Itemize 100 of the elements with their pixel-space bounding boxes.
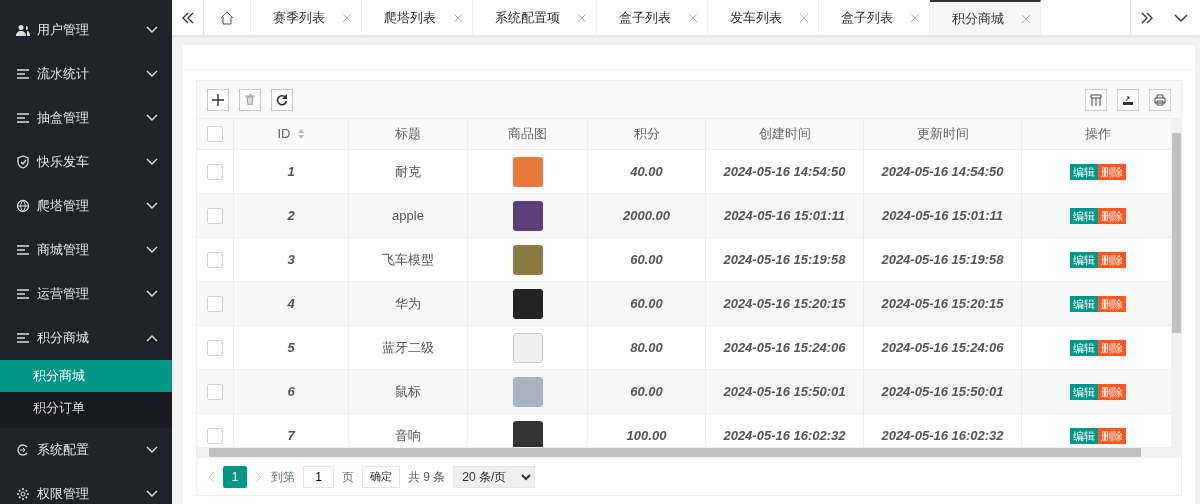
confirm-button[interactable]: 确定 bbox=[362, 465, 400, 488]
list-icon bbox=[16, 111, 30, 125]
scroll-left-button[interactable] bbox=[172, 0, 204, 35]
tab[interactable]: 爬塔列表 bbox=[362, 0, 473, 35]
tab[interactable]: 系统配置项 bbox=[473, 0, 597, 35]
sidebar-subitem[interactable]: 积分商城 bbox=[0, 360, 172, 392]
tab[interactable]: 赛季列表 bbox=[251, 0, 362, 35]
table-cell-text: 2024-05-16 16:02:32 bbox=[723, 426, 846, 445]
sort-icon[interactable] bbox=[296, 129, 305, 139]
table-cell-text: 60.00 bbox=[630, 250, 663, 269]
list-icon bbox=[16, 331, 30, 345]
double-chevron-right-icon bbox=[1139, 11, 1154, 24]
table-cell-text: 4 bbox=[287, 294, 295, 313]
add-button[interactable] bbox=[207, 88, 229, 111]
table-cell-text: 2024-05-16 15:20:15 bbox=[723, 294, 846, 313]
sidebar-item[interactable]: 抽盒管理 bbox=[0, 96, 172, 140]
row-checkbox[interactable] bbox=[207, 163, 223, 180]
tab[interactable]: 盒子列表 bbox=[597, 0, 708, 35]
page-input[interactable]: 1 bbox=[303, 465, 334, 488]
list-icon bbox=[16, 287, 30, 301]
close-icon[interactable] bbox=[1022, 14, 1030, 23]
edit-button[interactable]: 编辑 bbox=[1069, 383, 1098, 400]
row-checkbox[interactable] bbox=[207, 295, 223, 312]
total-count: 共 9 条 bbox=[408, 468, 446, 486]
horizontal-scrollbar[interactable] bbox=[197, 447, 1171, 458]
tab-menu-button[interactable] bbox=[1162, 0, 1200, 35]
export-button[interactable] bbox=[1117, 88, 1139, 111]
table-cell-text: 6 bbox=[287, 382, 295, 401]
sidebar-item[interactable]: 流水统计 bbox=[0, 52, 172, 96]
row-checkbox[interactable] bbox=[207, 383, 223, 400]
home-icon bbox=[220, 10, 234, 25]
row-checkbox[interactable] bbox=[207, 251, 223, 268]
table-cell-text: 40.00 bbox=[630, 162, 663, 181]
scroll-right-button[interactable] bbox=[1130, 0, 1162, 35]
sidebar-item[interactable]: 商城管理 bbox=[0, 228, 172, 272]
row-checkbox[interactable] bbox=[207, 339, 223, 356]
edit-button[interactable]: 编辑 bbox=[1069, 339, 1098, 356]
table-cell-text: apple bbox=[392, 206, 424, 225]
table-cell-text: 耐克 bbox=[395, 162, 421, 181]
tab[interactable]: 积分商城 bbox=[930, 0, 1041, 35]
export-icon bbox=[1122, 93, 1134, 106]
sidebar-item[interactable]: 用户管理 bbox=[0, 8, 172, 52]
chevron-down-icon bbox=[146, 446, 158, 454]
pager-text: 页 bbox=[342, 468, 354, 486]
chevron-down-icon bbox=[146, 290, 158, 298]
edit-button[interactable]: 编辑 bbox=[1069, 295, 1098, 312]
sidebar-item[interactable]: 爬塔管理 bbox=[0, 184, 172, 228]
shield-check-icon bbox=[16, 155, 30, 169]
sidebar-item[interactable]: 权限管理 bbox=[0, 472, 172, 504]
sortable-header[interactable]: ID bbox=[277, 124, 291, 144]
edit-button[interactable]: 编辑 bbox=[1069, 207, 1098, 224]
tab[interactable]: 发车列表 bbox=[708, 0, 819, 35]
page-size-select[interactable]: 20 条/页 bbox=[453, 465, 536, 488]
vertical-scrollbar[interactable] bbox=[1171, 119, 1181, 458]
table-cell-text: 2024-05-16 15:24:06 bbox=[723, 338, 846, 357]
close-icon[interactable] bbox=[689, 13, 697, 22]
close-icon[interactable] bbox=[578, 13, 586, 22]
table-cell-text: 2024-05-16 15:20:15 bbox=[881, 294, 1004, 313]
photo-placeholder bbox=[512, 244, 543, 275]
row-checkbox[interactable] bbox=[207, 207, 223, 224]
columns-button[interactable] bbox=[1085, 88, 1107, 111]
sidebar-subitem[interactable]: 积分订单 bbox=[0, 392, 172, 424]
edit-button[interactable]: 编辑 bbox=[1069, 427, 1098, 444]
edit-button[interactable]: 编辑 bbox=[1069, 251, 1098, 268]
table-cell-text: 5 bbox=[287, 338, 295, 357]
table-cell-text: 2024-05-16 15:01:11 bbox=[881, 206, 1004, 225]
table-cell-text: 2024-05-16 15:19:58 bbox=[723, 250, 846, 269]
chevron-down-icon bbox=[146, 70, 158, 78]
sidebar-item[interactable]: 系统配置 bbox=[0, 428, 172, 472]
photo-placeholder bbox=[512, 200, 543, 231]
column-header: 商品图 bbox=[508, 125, 547, 144]
table-cell-text: 60.00 bbox=[630, 382, 663, 401]
chevron-down-icon bbox=[1174, 13, 1188, 22]
table-cell-text: 2024-05-16 14:54:50 bbox=[723, 162, 846, 181]
next-page-icon[interactable] bbox=[255, 470, 263, 483]
sidebar-item[interactable]: 运营管理 bbox=[0, 272, 172, 316]
row-checkbox[interactable] bbox=[207, 427, 223, 444]
previous-page-icon[interactable] bbox=[207, 470, 215, 483]
table-cell-text: 蓝牙二级 bbox=[382, 338, 434, 357]
print-button[interactable] bbox=[1149, 88, 1171, 111]
close-icon[interactable] bbox=[800, 13, 808, 22]
refresh-icon bbox=[276, 93, 288, 106]
close-icon[interactable] bbox=[454, 13, 462, 22]
table-cell-text: 2000.00 bbox=[623, 206, 670, 225]
table-cell-text: 1 bbox=[287, 162, 295, 181]
select-all-checkbox[interactable] bbox=[207, 126, 223, 142]
sidebar-item[interactable]: 快乐发车 bbox=[0, 140, 172, 184]
table-cell-text: 100.00 bbox=[626, 426, 667, 445]
delete-button[interactable] bbox=[239, 88, 261, 111]
photo-placeholder bbox=[512, 332, 543, 363]
table-cell-text: 飞车模型 bbox=[382, 250, 434, 269]
close-icon[interactable] bbox=[343, 13, 351, 22]
page-button[interactable]: 1 bbox=[223, 465, 247, 488]
edit-button[interactable]: 编辑 bbox=[1069, 163, 1098, 180]
photo-placeholder bbox=[512, 376, 543, 407]
sidebar-item[interactable]: 积分商城 bbox=[0, 316, 172, 360]
photo-placeholder bbox=[512, 288, 543, 319]
refresh-button[interactable] bbox=[271, 88, 293, 111]
circle-arrow-icon bbox=[16, 443, 30, 457]
close-icon[interactable] bbox=[911, 13, 919, 22]
